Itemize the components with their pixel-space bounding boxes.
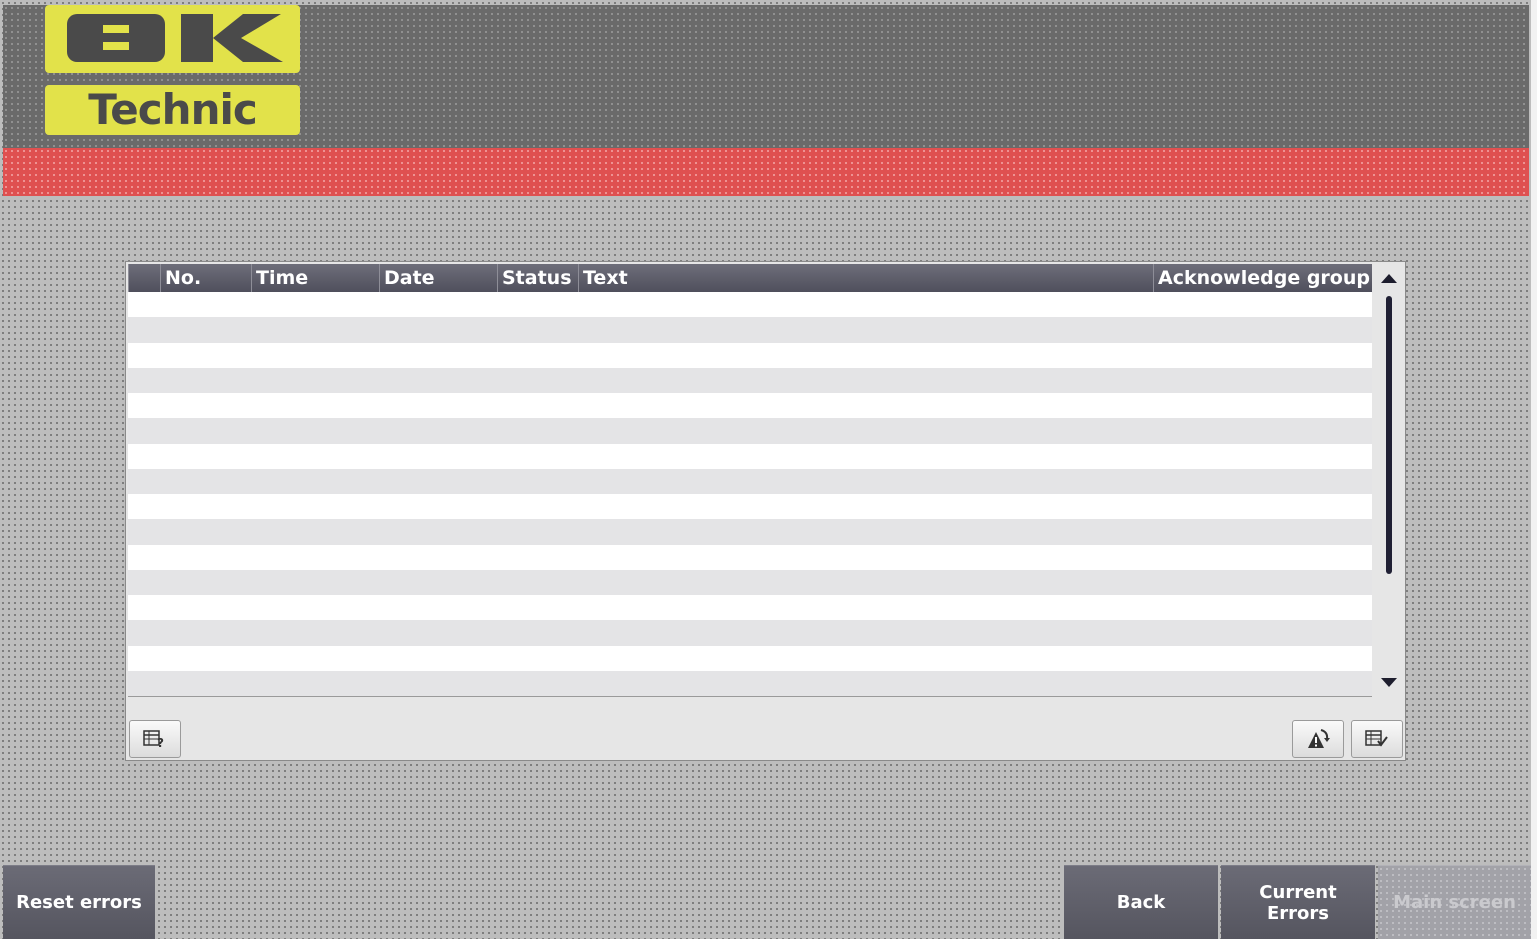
bk-letters-icon [67, 14, 283, 62]
alarm-table-body[interactable] [128, 292, 1372, 696]
table-row[interactable] [128, 620, 1372, 646]
window-edge [1531, 0, 1537, 939]
table-row[interactable] [128, 418, 1372, 444]
scroll-down-arrow-icon[interactable] [1381, 678, 1397, 687]
table-row[interactable] [128, 670, 1372, 696]
logo-bottom-block: Technic [45, 85, 300, 135]
table-row[interactable] [128, 292, 1372, 318]
table-row[interactable] [128, 595, 1372, 621]
current-errors-label-line1: Current [1259, 881, 1337, 903]
scroll-up-arrow-icon[interactable] [1381, 274, 1397, 283]
reset-errors-button[interactable]: Reset errors [3, 865, 155, 939]
column-header-acknowledge-group[interactable]: Acknowledge group [1153, 264, 1372, 292]
table-row[interactable] [128, 342, 1372, 368]
table-row[interactable] [128, 317, 1372, 343]
edit-table-icon [1365, 730, 1388, 747]
alarm-view: No. Time Date Status Text Acknowledge gr… [125, 261, 1406, 761]
table-row[interactable] [128, 494, 1372, 520]
column-header-indicator[interactable] [128, 264, 160, 292]
table-row[interactable] [128, 569, 1372, 595]
info-table-icon: ? [143, 730, 164, 750]
table-row[interactable] [128, 519, 1372, 545]
scroll-thumb[interactable] [1386, 296, 1392, 574]
logo-word: Technic [88, 85, 258, 134]
column-header-text[interactable]: Text [578, 264, 1153, 292]
table-divider [128, 696, 1372, 697]
column-header-status[interactable]: Status [497, 264, 578, 292]
column-header-time[interactable]: Time [251, 264, 379, 292]
table-row[interactable] [128, 544, 1372, 570]
logo-top-block [45, 5, 300, 73]
acknowledge-button[interactable] [1292, 720, 1344, 758]
alarm-table-header: No. Time Date Status Text Acknowledge gr… [128, 264, 1372, 292]
edit-button[interactable] [1351, 720, 1403, 758]
current-errors-button[interactable]: Current Errors [1221, 865, 1375, 939]
bk-technic-logo: Technic [45, 5, 300, 135]
main-screen-button[interactable]: Main screen [1378, 865, 1531, 939]
svg-text:?: ? [157, 736, 164, 750]
column-header-no[interactable]: No. [160, 264, 251, 292]
acknowledge-alarm-icon [1308, 729, 1330, 748]
table-row[interactable] [128, 367, 1372, 393]
vertical-scrollbar[interactable] [1374, 264, 1404, 696]
table-row[interactable] [128, 468, 1372, 494]
table-row[interactable] [128, 443, 1372, 469]
column-header-date[interactable]: Date [379, 264, 497, 292]
table-row[interactable] [128, 393, 1372, 419]
accent-bar [3, 148, 1529, 196]
back-button[interactable]: Back [1064, 865, 1218, 939]
info-text-button[interactable]: ? [129, 720, 181, 758]
table-row[interactable] [128, 645, 1372, 671]
current-errors-label-line2: Errors [1266, 902, 1329, 924]
